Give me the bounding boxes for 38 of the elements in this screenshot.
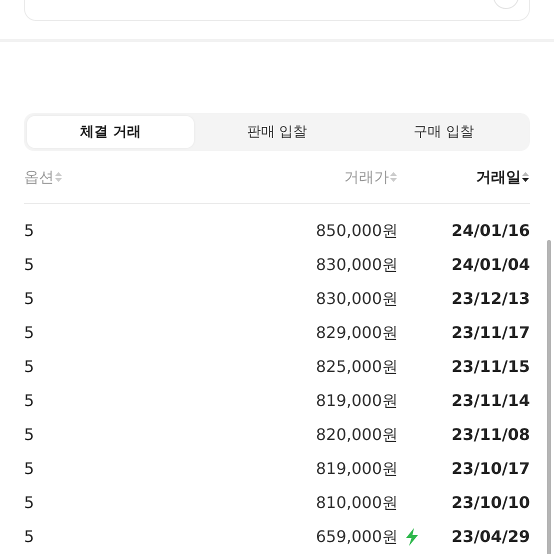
table-cell-text: 819,000원 — [314, 458, 398, 480]
table-cell-text: 24/01/16 — [452, 220, 530, 242]
table-cell-text: 5 — [24, 492, 36, 514]
table-cell-text: 5 — [24, 424, 36, 446]
table-cell-text: 829,000원 — [314, 322, 398, 344]
table-cell-text: 825,000원 — [314, 356, 398, 378]
column-header[interactable]: 거래일 — [476, 166, 530, 188]
table-cell-text: 659,000원 — [314, 526, 398, 548]
table-cell-text: 23/12/13 — [452, 288, 530, 310]
table-cell-text: 5 — [24, 322, 36, 344]
table-cell-text: 23/10/17 — [452, 458, 530, 480]
table-cell-text: 23/11/17 — [452, 322, 530, 344]
table-cell-text: 5 — [24, 390, 36, 412]
table-cell-text: 850,000원 — [314, 220, 398, 242]
sort-icon — [389, 171, 398, 184]
table-cell-text: 24/01/04 — [452, 254, 530, 276]
table-cell-text: 23/11/08 — [452, 424, 530, 446]
table-cell-text: 830,000원 — [314, 254, 398, 276]
table-cell-text: 5 — [24, 356, 36, 378]
sort-icon — [54, 171, 63, 184]
table-cell-text: 830,000원 — [314, 288, 398, 310]
table-cell-text: 23/11/15 — [452, 356, 530, 378]
table-cell-text: 23/10/10 — [452, 492, 530, 514]
table-cell-text: 5 — [24, 526, 36, 548]
table-cell-text: 5 — [24, 458, 36, 480]
tab[interactable]: 체결 거래 — [27, 116, 194, 148]
table-cell-text: 5 — [24, 288, 36, 310]
table-cell-text: 820,000원 — [314, 424, 398, 446]
table-cell-text: 23/04/29 — [452, 526, 530, 548]
scrollbar[interactable] — [547, 240, 551, 554]
tab[interactable]: 구매 입찰 — [360, 116, 528, 148]
sort-icon — [521, 171, 530, 184]
table-cell-text: 810,000원 — [314, 492, 398, 514]
table-cell-text: 5 — [24, 254, 36, 276]
table-cell-text: 23/11/14 — [452, 390, 530, 412]
tab[interactable]: 판매 입찰 — [194, 116, 360, 148]
table-cell-text: 5 — [24, 220, 36, 242]
table-cell-text: 819,000원 — [314, 390, 398, 412]
